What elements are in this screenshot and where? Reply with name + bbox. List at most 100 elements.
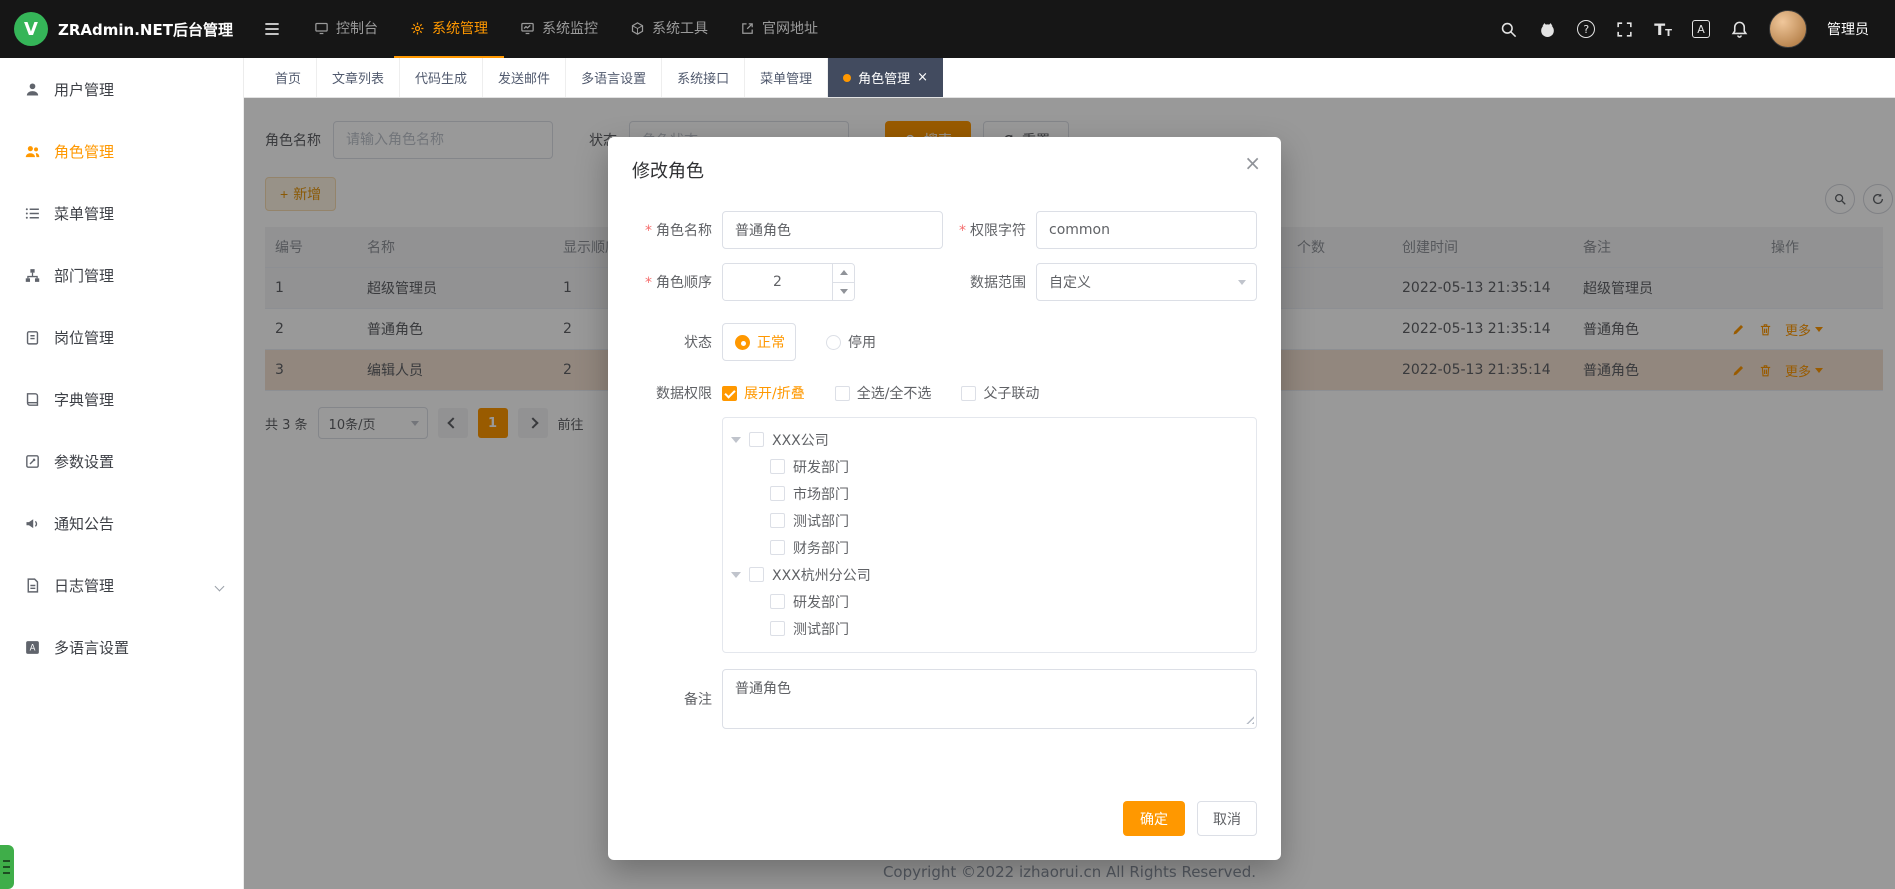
sidebar-toggle-icon[interactable] (262, 19, 282, 39)
help-icon[interactable]: ? (1577, 20, 1595, 38)
decrement-button[interactable] (833, 283, 854, 301)
role-name-label: 角色名称 (608, 220, 712, 240)
confirm-button[interactable]: 确定 (1123, 801, 1185, 836)
checkbox-icon[interactable] (749, 432, 764, 447)
user-icon (24, 81, 41, 98)
checkbox-icon[interactable] (770, 540, 785, 555)
sidebar-item-users[interactable]: 用户管理 (0, 58, 243, 120)
dialog-header: 修改角色 (608, 137, 1281, 183)
user-menu[interactable]: 管理员 (1827, 19, 1869, 39)
cancel-button[interactable]: 取消 (1197, 801, 1257, 836)
tree-node-label: 测试部门 (793, 511, 849, 531)
fullscreen-icon[interactable] (1615, 20, 1634, 39)
form-row-remark: 备注 普通角色 (608, 669, 1281, 729)
logo-icon: V (14, 12, 48, 46)
checkbox-icon[interactable] (770, 513, 785, 528)
tree-node-dept[interactable]: 测试部门 (723, 615, 1256, 642)
search-icon[interactable] (1499, 20, 1518, 39)
bell-icon[interactable] (1730, 20, 1749, 39)
sidebar-item-parameters[interactable]: 参数设置 (0, 430, 243, 492)
tab-role-manage[interactable]: 角色管理 × (828, 58, 943, 97)
tab-system-api[interactable]: 系统接口 (662, 58, 745, 97)
header-actions: ? TT A 管理员 (1499, 10, 1895, 48)
role-key-input[interactable] (1036, 211, 1257, 249)
tree-node-dept[interactable]: 研发部门 (723, 588, 1256, 615)
megaphone-icon (24, 515, 41, 532)
radio-status-disabled[interactable]: 停用 (826, 332, 876, 352)
language-icon[interactable]: A (1692, 20, 1710, 38)
font-size-icon[interactable]: TT (1654, 20, 1672, 39)
tab-label: 系统接口 (677, 68, 729, 87)
tree-expand-icon[interactable] (731, 437, 741, 448)
dialog-close-icon[interactable]: × (1244, 153, 1261, 173)
tags-view-bar: 首页 文章列表 代码生成 发送邮件 多语言设置 系统接口 菜单管理 角色管理 × (244, 58, 1895, 98)
checkbox-icon[interactable] (770, 621, 785, 636)
tab-home[interactable]: 首页 (260, 58, 317, 97)
gear-icon (410, 21, 425, 36)
font-small-glyph: T (1665, 28, 1672, 39)
tab-close-icon[interactable]: × (917, 71, 928, 84)
tab-send-mail[interactable]: 发送邮件 (483, 58, 566, 97)
remark-label: 备注 (608, 689, 712, 709)
tab-i18n[interactable]: 多语言设置 (566, 58, 662, 97)
checkbox-icon[interactable] (770, 486, 785, 501)
increment-button[interactable] (833, 264, 854, 283)
nav-item-system-tools[interactable]: 系统工具 (614, 0, 724, 58)
radio-status-normal[interactable]: 正常 (722, 323, 796, 361)
sidebar-item-label: 用户管理 (54, 79, 114, 100)
sidebar-item-i18n[interactable]: A 多语言设置 (0, 616, 243, 678)
tree-node-dept[interactable]: 研发部门 (723, 453, 1256, 480)
avatar[interactable] (1769, 10, 1807, 48)
checkbox-icon[interactable] (749, 567, 764, 582)
role-name-input[interactable] (722, 211, 943, 249)
tab-label: 文章列表 (332, 68, 384, 87)
github-icon[interactable] (1538, 20, 1557, 39)
tree-expand-icon[interactable] (731, 572, 741, 583)
sidebar-item-label: 岗位管理 (54, 327, 114, 348)
sidebar-item-label: 字典管理 (54, 389, 114, 410)
tree-node-dept[interactable]: 测试部门 (723, 507, 1256, 534)
sidebar-item-logs[interactable]: 日志管理 (0, 554, 243, 616)
nav-label: 系统工具 (652, 18, 708, 38)
tab-label: 菜单管理 (760, 68, 812, 87)
sidebar-item-dictionary[interactable]: 字典管理 (0, 368, 243, 430)
checkbox-icon[interactable] (770, 594, 785, 609)
sidebar-item-notices[interactable]: 通知公告 (0, 492, 243, 554)
nav-item-system-manage[interactable]: 系统管理 (394, 0, 504, 58)
top-nav: 控制台 系统管理 系统监控 系统工具 官网地址 (298, 0, 834, 58)
tab-menu-manage[interactable]: 菜单管理 (745, 58, 828, 97)
active-tab-dot (843, 74, 851, 82)
devtools-badge[interactable] (0, 845, 14, 889)
list-icon (24, 205, 41, 222)
tree-node-dept[interactable]: 财务部门 (723, 534, 1256, 561)
sidebar-item-menus[interactable]: 菜单管理 (0, 182, 243, 244)
tab-code-gen[interactable]: 代码生成 (400, 58, 483, 97)
data-scope-label: 数据范围 (943, 272, 1026, 292)
form-row-name-key: 角色名称 权限字符 (608, 211, 1281, 249)
tree-node-company[interactable]: XXX杭州分公司 (723, 561, 1256, 588)
checkbox-icon (722, 386, 737, 401)
chevron-down-icon (216, 576, 223, 594)
checkbox-parent-child-link[interactable]: 父子联动 (961, 383, 1039, 403)
checkbox-icon (835, 386, 850, 401)
app-logo[interactable]: V ZRAdmin.NET后台管理 (0, 12, 244, 46)
remark-textarea[interactable]: 普通角色 (722, 669, 1257, 729)
nav-item-system-monitor[interactable]: 系统监控 (504, 0, 614, 58)
edit-square-icon (24, 453, 41, 470)
checkbox-expand-collapse[interactable]: 展开/折叠 (722, 383, 805, 403)
monitor-icon (520, 21, 535, 36)
sidebar-item-posts[interactable]: 岗位管理 (0, 306, 243, 368)
sidebar-item-departments[interactable]: 部门管理 (0, 244, 243, 306)
tab-label: 首页 (275, 68, 301, 87)
nav-item-official-site[interactable]: 官网地址 (724, 0, 834, 58)
nav-item-console[interactable]: 控制台 (298, 0, 394, 58)
data-scope-select[interactable]: 自定义 (1036, 263, 1257, 301)
console-icon (314, 21, 329, 36)
checkbox-select-all[interactable]: 全选/全不选 (835, 383, 932, 403)
role-sort-input[interactable] (723, 264, 832, 300)
checkbox-icon[interactable] (770, 459, 785, 474)
tab-article-list[interactable]: 文章列表 (317, 58, 400, 97)
tree-node-company[interactable]: XXX公司 (723, 426, 1256, 453)
sidebar-item-roles[interactable]: 角色管理 (0, 120, 243, 182)
tree-node-dept[interactable]: 市场部门 (723, 480, 1256, 507)
